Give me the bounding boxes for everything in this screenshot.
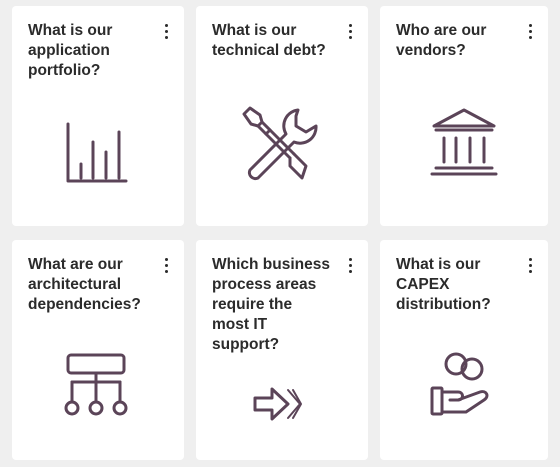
card-technical-debt[interactable]: What is our technical debt?: [196, 6, 368, 226]
bank-building-icon: [428, 106, 500, 178]
bar-chart-icon: [64, 120, 128, 184]
hand-coins-icon: [428, 350, 498, 420]
wrench-screwdriver-icon: [240, 104, 320, 184]
card-vendors[interactable]: Who are our vendors?: [380, 6, 548, 226]
more-options-icon[interactable]: [526, 258, 534, 274]
more-options-icon[interactable]: [162, 24, 170, 40]
process-arrow-icon: [252, 384, 304, 424]
hierarchy-icon: [60, 350, 132, 422]
card-title: What is our CAPEX distribution?: [396, 256, 491, 313]
card-architectural-dependencies[interactable]: What are our architectural dependencies?: [12, 240, 184, 460]
more-options-icon[interactable]: [346, 24, 354, 40]
card-business-process-areas[interactable]: Which business process areas require the…: [196, 240, 368, 460]
card-title: Which business process areas require the…: [212, 256, 330, 353]
card-title: What is our application portfolio?: [28, 22, 113, 79]
card-application-portfolio[interactable]: What is our application portfolio?: [12, 6, 184, 226]
card-capex-distribution[interactable]: What is our CAPEX distribution?: [380, 240, 548, 460]
more-options-icon[interactable]: [162, 258, 170, 274]
card-title: What are our architectural dependencies?: [28, 256, 141, 313]
card-title: What is our technical debt?: [212, 22, 326, 59]
more-options-icon[interactable]: [526, 24, 534, 40]
more-options-icon[interactable]: [346, 258, 354, 274]
card-title: Who are our vendors?: [396, 22, 487, 59]
